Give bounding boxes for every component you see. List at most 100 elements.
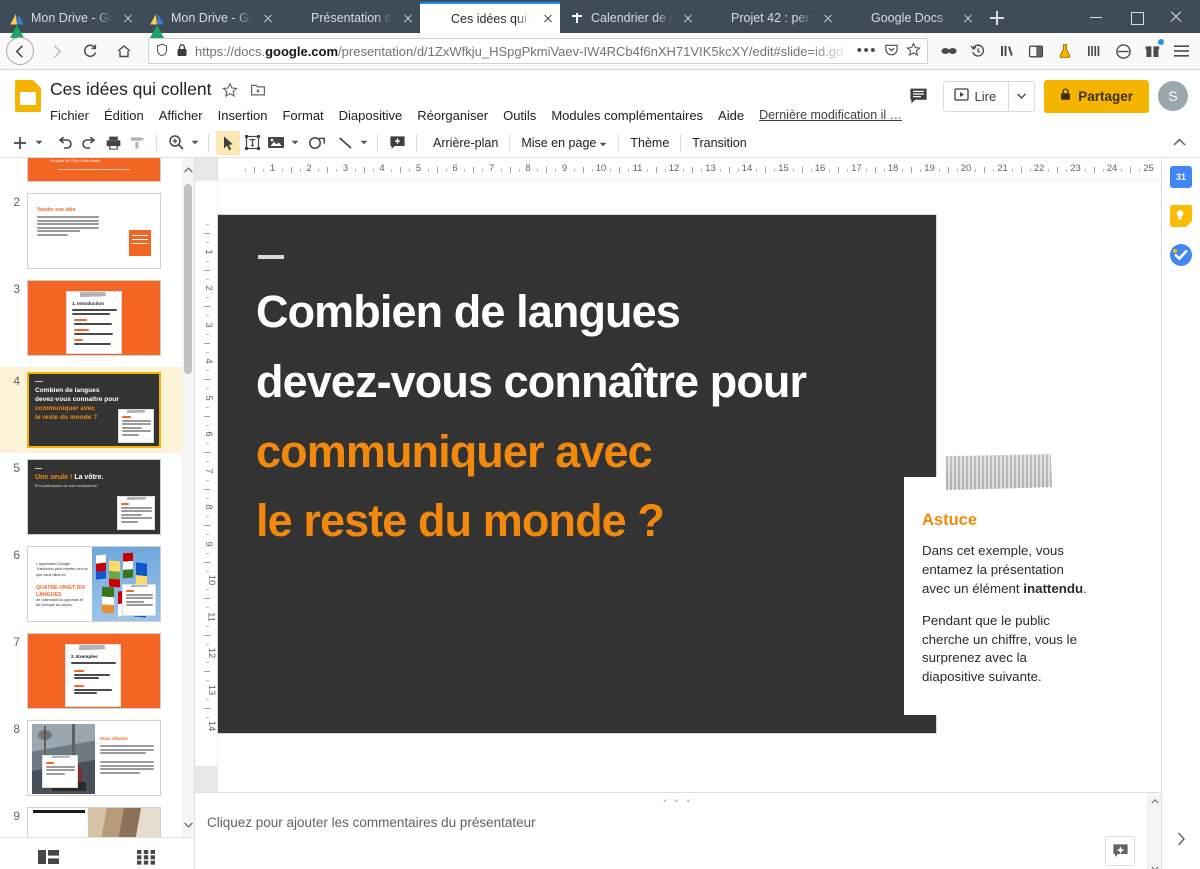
containers-icon[interactable]	[936, 38, 962, 64]
slide-thumbnail[interactable]: 2. Exemples	[27, 633, 161, 709]
slide-thumbnail-5[interactable]: 5 Une seule ! La vôtre. Et la participat…	[0, 459, 182, 535]
menu-edition[interactable]: Édition	[104, 108, 144, 123]
sync-icon[interactable]	[1081, 38, 1107, 64]
shield-icon[interactable]	[155, 43, 169, 60]
vertical-ruler[interactable]: 1 2 3 4 5 6 7 8 9 10 11 12 13 14	[195, 181, 218, 792]
filmstrip-scroll-down[interactable]	[182, 815, 194, 835]
zoom-caret-icon[interactable]	[188, 131, 201, 155]
text-box-tool[interactable]	[240, 131, 264, 155]
notes-drag-handle[interactable]: • • •	[663, 796, 692, 806]
present-button[interactable]: Lire	[942, 80, 1036, 112]
home-button[interactable]	[108, 36, 140, 66]
select-tool[interactable]	[216, 130, 240, 155]
close-icon[interactable]	[820, 10, 836, 26]
redo-button[interactable]	[77, 131, 101, 155]
close-icon[interactable]	[260, 10, 276, 26]
browser-tab-2[interactable]: Mon Drive - Google	[140, 3, 280, 38]
slide-thumbnail[interactable]: L'application Google Traduction peut rép…	[27, 546, 161, 622]
slide-thumbnail-9[interactable]: 9	[0, 807, 182, 837]
library-icon[interactable]	[994, 38, 1020, 64]
slide-thumbnail[interactable]	[27, 807, 161, 837]
document-title[interactable]: Ces idées qui collent	[50, 79, 211, 100]
browser-tab-3[interactable]: Présentation sans t	[280, 3, 420, 33]
browser-tab-4-active[interactable]: Ces idées qui colle	[420, 2, 560, 33]
expand-side-panel-button[interactable]	[1162, 832, 1200, 846]
menu-diapositive[interactable]: Diapositive	[339, 108, 403, 123]
google-tasks-icon[interactable]	[1170, 244, 1192, 266]
line-caret-icon[interactable]	[357, 131, 370, 155]
browser-tab-1[interactable]: Mon Drive - Google	[0, 3, 140, 38]
beaker-icon[interactable]	[1052, 38, 1078, 64]
present-caret-icon[interactable]	[1008, 81, 1034, 111]
menu-outils[interactable]: Outils	[503, 108, 536, 123]
move-to-folder-icon[interactable]	[249, 81, 267, 99]
menu-afficher[interactable]: Afficher	[159, 108, 203, 123]
notes-scroll-up[interactable]	[1148, 794, 1161, 808]
account-icon[interactable]	[1110, 38, 1136, 64]
slide-thumbnail-8[interactable]: 8 Voici Alberto	[0, 720, 182, 796]
address-bar[interactable]: https://docs.google.com/presentation/d/1…	[148, 38, 928, 64]
slide-thumbnail[interactable]: Une seule ! La vôtre. Et la participatio…	[27, 459, 161, 535]
filmstrip-view-button[interactable]	[0, 849, 97, 865]
zoom-in-button[interactable]	[164, 131, 188, 155]
lock-icon[interactable]	[176, 43, 188, 60]
browser-tab-7[interactable]: Google Docs	[840, 3, 980, 33]
layout-button[interactable]: Mise en page	[512, 131, 616, 155]
menu-modules-complementaires[interactable]: Modules complémentaires	[551, 108, 703, 123]
forward-button[interactable]	[40, 36, 72, 66]
slide-thumbnail[interactable]: Voici Alberto	[27, 720, 161, 796]
window-close-button[interactable]	[1156, 0, 1196, 33]
scrollbar-thumb[interactable]	[184, 184, 192, 374]
filmstrip-scroll-up[interactable]	[182, 160, 194, 180]
speaker-notes-pane[interactable]: • • • Cliquez pour ajouter les commentai…	[195, 792, 1161, 869]
reload-button[interactable]	[74, 36, 106, 66]
gift-icon[interactable]	[1139, 38, 1165, 64]
filmstrip-scrollbar[interactable]	[182, 158, 194, 837]
notes-scrollbar[interactable]	[1147, 793, 1161, 869]
explore-button[interactable]	[1105, 836, 1135, 866]
close-icon[interactable]	[540, 11, 556, 27]
speaker-notes-placeholder[interactable]: Cliquez pour ajouter les commentaires du…	[195, 793, 536, 869]
astuce-note-card[interactable]: Astuce Dans cet exemple, vous entamez la…	[904, 454, 1111, 715]
menu-format[interactable]: Format	[282, 108, 323, 123]
close-icon[interactable]	[120, 10, 136, 26]
paint-format-button[interactable]	[125, 131, 149, 155]
google-calendar-icon[interactable]: 31	[1170, 166, 1192, 188]
slide-thumbnail-6[interactable]: 6 L'application Google Traduction peut r…	[0, 546, 182, 622]
menu-reorganiser[interactable]: Réorganiser	[417, 108, 488, 123]
image-tool[interactable]	[264, 131, 288, 155]
image-caret-icon[interactable]	[288, 131, 301, 155]
menu-icon[interactable]	[1168, 38, 1194, 64]
slide-thumbnail[interactable]: Combien de langues devez-vous connaître …	[27, 372, 161, 448]
slides-logo-icon[interactable]	[10, 76, 46, 116]
horizontal-ruler[interactable]: 1 2 3 4 5 6 7 8 9 10 11 12 13 14 15 16 17 18 19 20 21 22 23 24 2…	[195, 158, 1161, 181]
avatar[interactable]: S	[1158, 81, 1188, 111]
browser-tab-5[interactable]: Calendrier de proje	[560, 3, 700, 33]
star-icon[interactable]	[221, 81, 239, 99]
print-button[interactable]	[101, 131, 125, 155]
slide-thumbnail-7[interactable]: 7 2. Exemples	[0, 633, 182, 709]
new-slide-caret-icon[interactable]	[32, 131, 45, 155]
menu-fichier[interactable]: Fichier	[50, 108, 89, 123]
history-icon[interactable]	[965, 38, 991, 64]
slide-title-text[interactable]: Combien de langues devez-vous connaître …	[256, 277, 916, 556]
slide-filmstrip[interactable]: 1 Un guide de Chip et Dan Heath 2 Vendre…	[0, 158, 195, 869]
menu-insertion[interactable]: Insertion	[218, 108, 268, 123]
shape-tool[interactable]	[305, 131, 329, 155]
slide-thumbnail-4-selected[interactable]: 4 Combien de langues devez-vous connaîtr…	[0, 367, 182, 453]
grid-view-button[interactable]	[97, 849, 194, 865]
new-tab-button[interactable]	[980, 3, 1014, 33]
slide-thumbnail-1[interactable]: 1 Un guide de Chip et Dan Heath	[0, 158, 182, 182]
share-button[interactable]: Partager	[1044, 79, 1149, 113]
transition-button[interactable]: Transition	[683, 131, 755, 155]
slide-stage[interactable]: Combien de langues devez-vous connaître …	[218, 181, 1161, 792]
back-button[interactable]	[6, 37, 34, 65]
undo-button[interactable]	[53, 131, 77, 155]
slide-thumbnail[interactable]: 1. Introduction	[27, 280, 161, 356]
line-tool[interactable]	[333, 131, 357, 155]
slide-thumbnail-3[interactable]: 3 1. Introduction	[0, 280, 182, 356]
maximize-button[interactable]	[1116, 0, 1156, 33]
new-slide-button[interactable]	[8, 131, 32, 155]
close-icon[interactable]	[680, 10, 696, 26]
background-button[interactable]: Arrière-plan	[424, 131, 507, 155]
